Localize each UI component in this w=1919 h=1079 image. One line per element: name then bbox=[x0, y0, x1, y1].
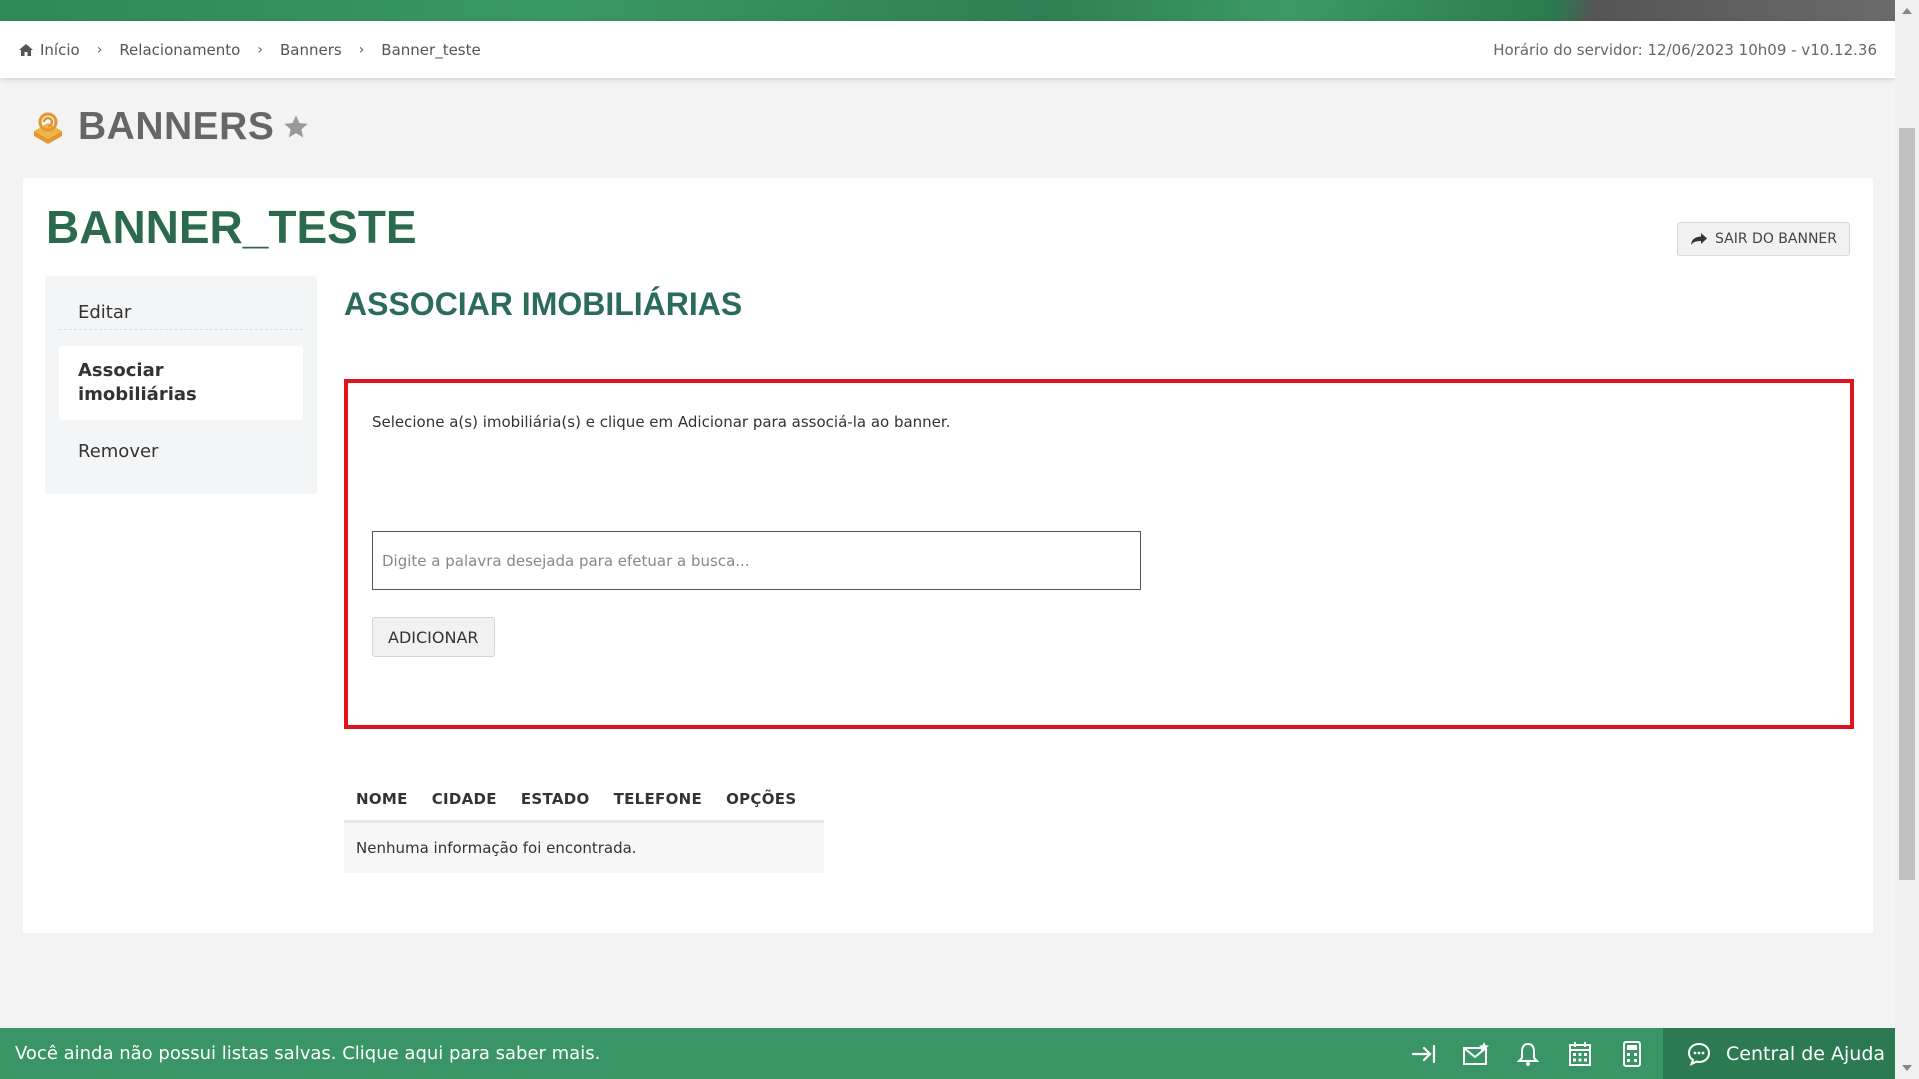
footer-icon-group bbox=[1410, 1028, 1670, 1079]
page-title-row: BANNERS bbox=[30, 105, 310, 149]
column-header-nome[interactable]: NOME bbox=[344, 790, 420, 808]
exit-banner-button[interactable]: SAIR DO BANNER bbox=[1677, 222, 1850, 256]
content-card: BANNER_TESTE SAIR DO BANNER Editar Assoc… bbox=[23, 178, 1873, 933]
empty-table-message: Nenhuma informação foi encontrada. bbox=[344, 823, 824, 873]
table-header: NOME CIDADE ESTADO TELEFONE OPÇÕES bbox=[344, 777, 824, 823]
calendar-icon[interactable] bbox=[1566, 1040, 1594, 1068]
column-header-estado[interactable]: ESTADO bbox=[509, 790, 602, 808]
top-accent-bar bbox=[0, 0, 1895, 21]
column-header-cidade[interactable]: CIDADE bbox=[420, 790, 509, 808]
header-bar: Início › Relacionamento › Banners › Bann… bbox=[0, 21, 1895, 78]
share-arrow-icon bbox=[1691, 233, 1708, 245]
scroll-down-icon[interactable] bbox=[1902, 1065, 1912, 1071]
instruction-text: Selecione a(s) imobiliária(s) e clique e… bbox=[372, 413, 951, 431]
chevron-right-icon: › bbox=[358, 41, 365, 58]
breadcrumb-home[interactable]: Início bbox=[40, 41, 80, 59]
saved-lists-message[interactable]: Você ainda não possui listas salvas. Cli… bbox=[15, 1028, 600, 1079]
chevron-right-icon: › bbox=[96, 41, 103, 58]
favorite-star-icon[interactable] bbox=[282, 113, 310, 141]
home-icon bbox=[19, 43, 33, 56]
bell-icon[interactable] bbox=[1514, 1040, 1542, 1068]
exit-banner-label: SAIR DO BANNER bbox=[1715, 231, 1837, 247]
section-title: ASSOCIAR IMOBILIÁRIAS bbox=[344, 286, 743, 322]
associate-form-panel: Selecione a(s) imobiliária(s) e clique e… bbox=[344, 379, 1854, 729]
column-header-opcoes: OPÇÕES bbox=[726, 789, 797, 808]
breadcrumb-banners[interactable]: Banners bbox=[280, 41, 342, 59]
scrollbar[interactable] bbox=[1895, 0, 1919, 1079]
search-input[interactable] bbox=[372, 531, 1141, 590]
side-navigation: Editar Associar imobiliárias Remover bbox=[45, 276, 317, 494]
help-center-button[interactable]: Central de Ajuda bbox=[1663, 1028, 1895, 1079]
server-time: Horário do servidor: 12/06/2023 10h09 - … bbox=[1493, 40, 1877, 59]
chat-bubble-icon bbox=[1687, 1042, 1711, 1066]
banner-module-icon bbox=[34, 112, 62, 144]
sidenav-item-editar[interactable]: Editar bbox=[59, 296, 303, 330]
breadcrumb-current: Banner_teste bbox=[381, 40, 481, 59]
scroll-up-icon[interactable] bbox=[1902, 8, 1912, 14]
breadcrumb: Início › Relacionamento › Banners › Bann… bbox=[18, 21, 481, 78]
calculator-icon[interactable] bbox=[1618, 1040, 1646, 1068]
help-center-label: Central de Ajuda bbox=[1726, 1042, 1886, 1065]
footer-bar: Você ainda não possui listas salvas. Cli… bbox=[0, 1028, 1895, 1079]
add-button[interactable]: ADICIONAR bbox=[372, 617, 495, 657]
login-arrow-icon[interactable] bbox=[1410, 1040, 1438, 1068]
breadcrumb-relacionamento[interactable]: Relacionamento bbox=[119, 41, 240, 59]
column-header-telefone[interactable]: TELEFONE bbox=[602, 790, 714, 808]
banner-name-title: BANNER_TESTE bbox=[46, 201, 417, 253]
scrollbar-thumb[interactable] bbox=[1899, 128, 1915, 880]
chevron-right-icon: › bbox=[257, 41, 263, 58]
mail-star-icon[interactable] bbox=[1462, 1040, 1490, 1068]
sidenav-item-remover[interactable]: Remover bbox=[59, 430, 303, 472]
realestate-table: NOME CIDADE ESTADO TELEFONE OPÇÕES Nenhu… bbox=[344, 777, 824, 873]
page-title: BANNERS bbox=[78, 105, 275, 148]
sidenav-item-associar[interactable]: Associar imobiliárias bbox=[59, 346, 303, 420]
sidenav-item-associar-label: Associar imobiliárias bbox=[78, 360, 197, 405]
